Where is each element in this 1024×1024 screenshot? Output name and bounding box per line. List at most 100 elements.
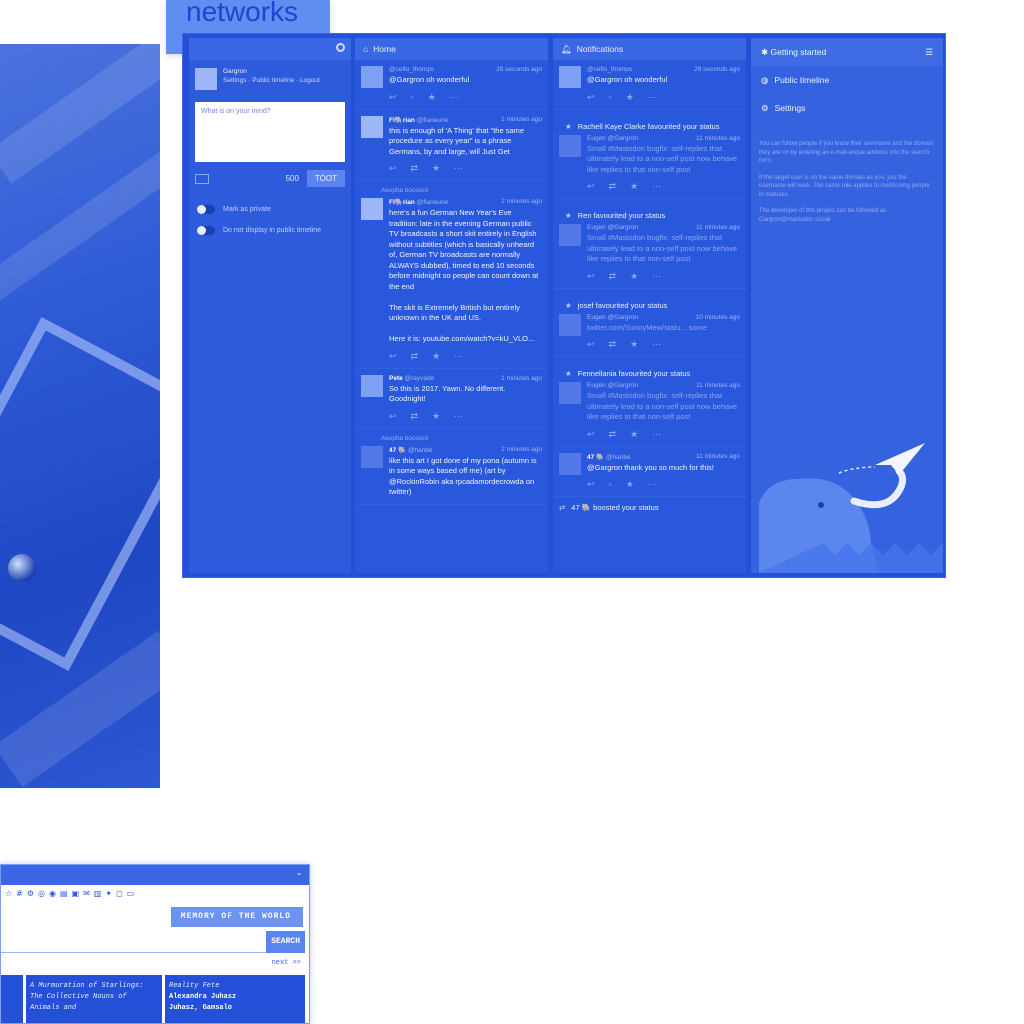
avatar[interactable]: [559, 313, 581, 336]
book-card[interactable]: A Murmuration of Starlings: The Collecti…: [26, 975, 162, 1023]
home-header[interactable]: ⌂ Home: [355, 38, 548, 60]
reply-icon[interactable]: ↩: [587, 429, 595, 440]
favourite-icon[interactable]: ★: [630, 271, 638, 282]
toolbar-icon[interactable]: ◎: [38, 889, 45, 898]
toot-button[interactable]: TOOT: [306, 170, 345, 187]
boost-icon[interactable]: ⇄: [609, 429, 617, 440]
lock-icon[interactable]: ▫: [609, 479, 612, 490]
notification-item[interactable]: ★ josef favourited your status Eugen @Gar…: [553, 289, 746, 357]
toolbar-icon[interactable]: ▥: [94, 889, 102, 898]
search-input[interactable]: [189, 38, 351, 60]
book-card[interactable]: [1, 975, 23, 1023]
reply-icon[interactable]: ↩: [587, 271, 595, 282]
search-button[interactable]: SEARCH: [266, 931, 305, 953]
status-item[interactable]: Akepha boosted 47 🐘 @hanbe 2 minutes ago …: [355, 429, 548, 505]
avatar[interactable]: [361, 445, 383, 468]
more-icon[interactable]: ⋯: [454, 411, 463, 422]
status-text: here's a fun German New Year's Eve tradi…: [389, 208, 539, 343]
more-icon[interactable]: ⋯: [652, 339, 661, 350]
favourite-icon[interactable]: ★: [626, 92, 634, 103]
image-upload-icon[interactable]: [195, 173, 209, 184]
next-page-link[interactable]: next >>: [272, 959, 301, 967]
toolbar-icon[interactable]: #: [16, 889, 23, 898]
toolbar-icon[interactable]: ⚙: [27, 889, 34, 898]
boost-icon[interactable]: ⇄: [411, 411, 419, 422]
favourite-icon[interactable]: ★: [432, 411, 440, 422]
more-icon[interactable]: ⋯: [454, 163, 463, 174]
boost-icon[interactable]: ⇄: [411, 351, 419, 362]
boost-icon[interactable]: ⇄: [411, 163, 419, 174]
more-icon[interactable]: ⋯: [652, 429, 661, 440]
menu-item-public-timeline[interactable]: ◍ Public timeline: [751, 66, 943, 94]
status-item[interactable]: @ceflo_thomps 28 seconds ago @Gargron oh …: [355, 60, 548, 110]
reply-icon[interactable]: ↩: [389, 411, 397, 422]
avatar[interactable]: [559, 224, 581, 246]
notification-item[interactable]: ⇄ 47 🐘 boosted your status: [553, 497, 746, 516]
boost-icon[interactable]: ⇄: [609, 339, 617, 350]
hamburger-menu-icon[interactable]: ☰: [925, 47, 933, 58]
more-icon[interactable]: ⋯: [648, 479, 657, 490]
favourite-icon[interactable]: ★: [432, 163, 440, 174]
reply-icon[interactable]: ↩: [587, 339, 595, 350]
lock-icon[interactable]: ▫: [609, 92, 612, 103]
avatar[interactable]: [559, 66, 581, 88]
favourite-icon[interactable]: ★: [626, 479, 634, 490]
reply-icon[interactable]: ↩: [389, 92, 397, 103]
more-icon[interactable]: ⋯: [648, 92, 657, 103]
toolbar-icon[interactable]: ▣: [72, 889, 80, 898]
avatar[interactable]: [195, 68, 217, 90]
more-icon[interactable]: ⋯: [652, 271, 661, 282]
avatar[interactable]: [361, 66, 383, 88]
menu-item-settings[interactable]: ⚙ Settings: [751, 94, 943, 122]
book-card[interactable]: Reality Fete Alexandra Juhasz Juhasz, Ga…: [165, 975, 305, 1023]
notifications-header[interactable]: 🔔︎ Notifications: [553, 38, 746, 60]
status-item[interactable]: Akepha boosted Fl🐘rian @flaneurie 2 minut…: [355, 181, 548, 369]
toolbar-icon[interactable]: ◻: [116, 889, 123, 898]
private-label: Mark as private: [223, 206, 271, 213]
more-icon[interactable]: ⋯: [652, 181, 661, 192]
toolbar-icon[interactable]: ▤: [60, 889, 68, 898]
lock-icon[interactable]: ▫: [411, 92, 414, 103]
boost-icon[interactable]: ⇄: [609, 181, 617, 192]
favourite-icon[interactable]: ★: [630, 339, 638, 350]
more-icon[interactable]: ⋯: [450, 92, 459, 103]
favourite-icon[interactable]: ★: [630, 429, 638, 440]
notification-item[interactable]: 47 🐘 @hanbe 11 minutes ago @Gargron thank…: [553, 447, 746, 497]
status-item[interactable]: Fl🐘rian @flaneurie 1 minutes ago this is …: [355, 110, 548, 181]
unlisted-toggle[interactable]: [197, 226, 215, 235]
toolbar-icon[interactable]: ☆: [5, 889, 12, 898]
chevron-down-icon[interactable]: ⌄: [295, 868, 303, 878]
memory-of-the-world-banner[interactable]: MEMORY OF THE WORLD: [170, 907, 303, 927]
status-item[interactable]: Pete @rayvade 1 minutes ago So this is 20…: [355, 369, 548, 429]
more-icon[interactable]: ⋯: [454, 351, 463, 362]
toolbar-icon[interactable]: ✉: [83, 889, 90, 898]
reply-icon[interactable]: ↩: [389, 163, 397, 174]
private-toggle[interactable]: [197, 205, 215, 214]
notification-item[interactable]: ★ Fennellania favourited your status Euge…: [553, 357, 746, 447]
search-icon[interactable]: [336, 43, 345, 52]
avatar[interactable]: [361, 198, 383, 220]
favourite-icon[interactable]: ★: [428, 92, 436, 103]
user-links[interactable]: Settings · Public timeline · Logout: [223, 77, 320, 84]
notification-item[interactable]: ★ Rachell Kaye Clarke favourited your sta…: [553, 110, 746, 199]
avatar[interactable]: [559, 134, 581, 157]
compose-textarea[interactable]: What is on your mind?: [195, 102, 345, 162]
favourite-icon[interactable]: ★: [630, 181, 638, 192]
avatar[interactable]: [559, 382, 581, 404]
notification-item[interactable]: @ceflo_thomps 28 seconds ago @Gargron oh …: [553, 60, 746, 110]
avatar[interactable]: [559, 452, 581, 475]
avatar[interactable]: [361, 374, 383, 397]
reply-icon[interactable]: ↩: [587, 92, 595, 103]
favourite-icon[interactable]: ★: [432, 351, 440, 362]
getting-started-header[interactable]: ✱ Getting started ☰: [751, 38, 943, 66]
catalog-search-input[interactable]: SEARCH: [1, 931, 305, 953]
toolbar-icon[interactable]: ◉: [49, 889, 56, 898]
notification-item[interactable]: ★ Ren favourited your status Eugen @Gargr…: [553, 199, 746, 289]
toolbar-icon[interactable]: ✦: [105, 889, 112, 898]
reply-icon[interactable]: ↩: [587, 181, 595, 192]
reply-icon[interactable]: ↩: [587, 479, 595, 490]
toolbar-icon[interactable]: ▭: [127, 889, 135, 898]
boost-icon[interactable]: ⇄: [609, 271, 617, 282]
reply-icon[interactable]: ↩: [389, 351, 397, 362]
avatar[interactable]: [361, 115, 383, 138]
